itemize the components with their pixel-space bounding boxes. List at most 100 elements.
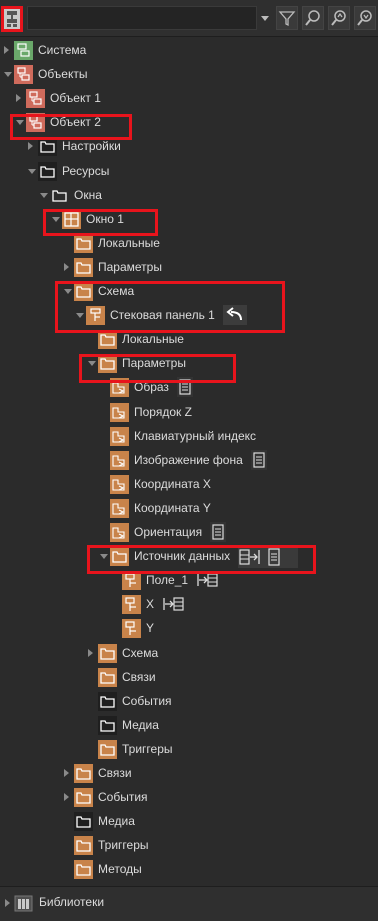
tree-row[interactable]: Изображение фона: [0, 448, 378, 472]
library-icon: [14, 894, 33, 913]
link-icon[interactable]: [162, 594, 186, 617]
tree-row-label: Порядок Z: [134, 404, 192, 419]
tree-row[interactable]: Система: [0, 38, 378, 62]
tree-row-label: Координата Y: [134, 500, 211, 515]
search-input[interactable]: [27, 6, 257, 30]
tree-row[interactable]: Объекты: [0, 62, 378, 86]
tree-row-label: События: [98, 790, 148, 805]
tree-row-label: Изображение фона: [134, 452, 243, 467]
tree-row-label: X: [146, 597, 155, 612]
tree-row[interactable]: Связи: [0, 665, 378, 689]
collapse-arrow-icon[interactable]: [40, 192, 48, 198]
tree-row[interactable]: Медиа: [0, 809, 378, 833]
tree-row[interactable]: Триггеры: [0, 833, 378, 857]
tree-root-icon[interactable]: [1, 6, 23, 32]
highlight-parameters: [79, 354, 236, 383]
tree-row[interactable]: Ориентация: [0, 520, 378, 544]
folder-white-icon: [74, 812, 93, 832]
libraries-label: Библиотеки: [39, 895, 105, 909]
highlight-window1: [43, 209, 158, 236]
folder-orange-icon: [74, 788, 93, 808]
field-icon: [122, 619, 141, 639]
tree-row[interactable]: Координата X: [0, 472, 378, 496]
folder-white-icon: [38, 137, 57, 157]
tree-row[interactable]: Триггеры: [0, 737, 378, 761]
tree-row-label: Объект 1: [50, 91, 101, 106]
tree-row-label: Объекты: [38, 67, 88, 82]
field-icon: [122, 595, 141, 615]
expand-arrow-icon[interactable]: [4, 46, 9, 54]
expand-arrow-icon[interactable]: [64, 262, 69, 271]
param-icon: [110, 450, 129, 470]
folder-white-plain-icon: [50, 186, 69, 205]
tree-row[interactable]: Медиа: [0, 713, 378, 737]
expand-arrow-icon[interactable]: [88, 648, 93, 657]
tree-row-label: Локальные: [98, 235, 160, 250]
expand-arrow-icon[interactable]: [5, 899, 10, 907]
highlight-datasource: [87, 545, 316, 574]
search-icon[interactable]: [302, 6, 324, 30]
tree-row[interactable]: Координата Y: [0, 496, 378, 520]
search-down-icon[interactable]: [354, 6, 376, 30]
filter-icon[interactable]: [276, 6, 298, 30]
tree-row-label: Медиа: [98, 814, 135, 829]
tree-row[interactable]: Методы: [0, 857, 378, 881]
expand-arrow-icon[interactable]: [64, 793, 69, 802]
list-icon[interactable]: [210, 522, 227, 545]
tree-row[interactable]: События: [0, 785, 378, 809]
tree-row-label: Параметры: [98, 259, 162, 274]
folder-orange-icon: [74, 233, 93, 253]
libraries-bar[interactable]: Библиотеки: [0, 886, 378, 921]
search-up-icon[interactable]: [328, 6, 350, 30]
folder-white-icon: [98, 715, 117, 735]
folder-orange-icon: [98, 643, 117, 663]
tree-row-label: Триггеры: [98, 838, 149, 853]
tree-row-label: Локальные: [122, 332, 184, 347]
folder-orange-icon: [74, 764, 93, 783]
tree-row-label: События: [122, 693, 172, 708]
collapse-arrow-icon[interactable]: [28, 168, 36, 174]
param-icon: [110, 523, 129, 542]
list-icon[interactable]: [250, 449, 267, 473]
folder-white-icon: [98, 691, 117, 711]
tree-row-label: Методы: [98, 862, 142, 877]
collapse-arrow-icon[interactable]: [4, 72, 12, 78]
tree-row-label: Связи: [98, 766, 132, 780]
folder-white-icon: [38, 161, 57, 181]
tree-row[interactable]: X: [0, 592, 378, 616]
field-icon: [122, 571, 141, 591]
tree-row[interactable]: Y: [0, 616, 378, 640]
tree-row-label: Триггеры: [122, 741, 173, 756]
tree-row[interactable]: События: [0, 689, 378, 713]
tree-row[interactable]: Окна: [0, 183, 378, 207]
tree-row[interactable]: Схема: [0, 641, 378, 665]
tree-row[interactable]: Клавиатурный индекс: [0, 424, 378, 448]
tree-row-label: Поле_1: [146, 573, 189, 588]
expand-arrow-icon[interactable]: [64, 769, 69, 777]
tree-row[interactable]: Связи: [0, 761, 378, 785]
tree-row-label: Схема: [122, 645, 159, 660]
tree-row-label: Настройки: [62, 139, 121, 154]
folder-orange-icon: [74, 860, 93, 880]
param-icon: [110, 474, 129, 494]
tree-row-label: Связи: [122, 669, 156, 684]
tree-row[interactable]: Объект 1: [0, 86, 378, 110]
toolbar: [0, 0, 378, 37]
expand-arrow-icon[interactable]: [16, 94, 21, 103]
dropdown-icon[interactable]: [257, 6, 273, 30]
folder-orange-icon: [74, 836, 93, 856]
expand-arrow-icon[interactable]: [28, 142, 33, 151]
folder-orange-icon: [98, 667, 117, 687]
folder-orange-icon: [74, 257, 93, 277]
tree-row-label: Медиа: [122, 717, 159, 732]
tree-row-label: Координата X: [134, 476, 211, 491]
tree-row[interactable]: Ресурсы: [0, 159, 378, 183]
tree-row-label: Ориентация: [134, 525, 203, 539]
tree-row[interactable]: Параметры: [0, 255, 378, 279]
param-icon: [110, 426, 129, 446]
folder-orange-icon: [98, 330, 117, 350]
tree-row[interactable]: Порядок Z: [0, 400, 378, 424]
highlight-object2: [10, 114, 132, 140]
param-icon: [110, 402, 129, 422]
folder-orange-icon: [98, 739, 117, 759]
